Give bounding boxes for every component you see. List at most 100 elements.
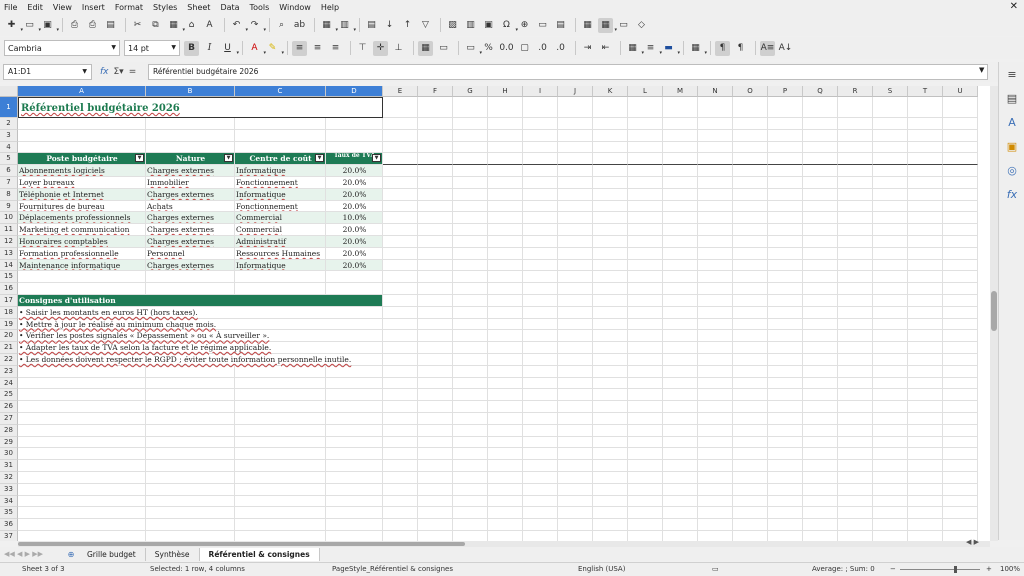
empty-cell[interactable]: [146, 412, 235, 425]
row-header[interactable]: 13: [0, 247, 18, 260]
empty-cell[interactable]: [326, 377, 383, 390]
empty-cell[interactable]: [453, 188, 488, 201]
empty-cell[interactable]: [383, 271, 418, 284]
empty-cell[interactable]: [698, 153, 733, 166]
empty-cell[interactable]: [488, 530, 523, 541]
header-cell-1[interactable]: Nature ▼: [146, 153, 235, 166]
empty-cell[interactable]: [523, 271, 558, 284]
empty-cell[interactable]: [326, 424, 383, 437]
empty-cell[interactable]: [908, 129, 943, 142]
empty-cell[interactable]: [18, 483, 146, 496]
empty-cell[interactable]: [628, 188, 663, 201]
empty-cell[interactable]: [593, 141, 628, 154]
empty-cell[interactable]: [235, 448, 326, 461]
empty-cell[interactable]: [663, 424, 698, 437]
empty-cell[interactable]: [908, 306, 943, 319]
empty-cell[interactable]: [488, 247, 523, 260]
empty-cell[interactable]: [235, 118, 326, 130]
empty-cell[interactable]: [628, 401, 663, 413]
data-cell[interactable]: 10.0%: [326, 212, 383, 225]
empty-cell[interactable]: [768, 212, 803, 225]
row-header[interactable]: 27: [0, 412, 18, 425]
add-decimal-icon[interactable]: .0: [535, 41, 550, 56]
empty-cell[interactable]: [838, 153, 873, 166]
empty-cell[interactable]: [326, 448, 383, 461]
empty-cell[interactable]: [453, 129, 488, 142]
empty-cell[interactable]: [873, 530, 908, 541]
empty-cell[interactable]: [733, 377, 768, 390]
vertical-scrollbar[interactable]: [990, 86, 998, 541]
empty-cell[interactable]: [628, 365, 663, 378]
empty-cell[interactable]: [558, 330, 593, 343]
align-left-icon[interactable]: ≡: [292, 40, 307, 56]
empty-cell[interactable]: [698, 460, 733, 472]
row-header[interactable]: 23: [0, 365, 18, 378]
empty-cell[interactable]: [383, 306, 418, 319]
empty-cell[interactable]: [838, 118, 873, 130]
empty-cell[interactable]: [698, 424, 733, 437]
row-header[interactable]: 2: [0, 118, 18, 130]
empty-cell[interactable]: [146, 424, 235, 437]
empty-cell[interactable]: [326, 118, 383, 130]
empty-cell[interactable]: [523, 377, 558, 390]
row-header[interactable]: 16: [0, 283, 18, 295]
empty-cell[interactable]: [558, 188, 593, 201]
undo-icon[interactable]: ↶ ▾: [229, 18, 248, 33]
empty-cell[interactable]: [733, 165, 768, 177]
empty-cell[interactable]: [18, 365, 146, 378]
empty-cell[interactable]: [873, 283, 908, 295]
data-cell[interactable]: Marketing et communication: [18, 224, 146, 236]
empty-cell[interactable]: [873, 353, 908, 366]
empty-cell[interactable]: [943, 165, 978, 177]
empty-cell[interactable]: [698, 247, 733, 260]
data-cell[interactable]: 20.0%: [326, 247, 383, 260]
empty-cell[interactable]: [558, 389, 593, 402]
empty-cell[interactable]: [803, 448, 838, 461]
empty-cell[interactable]: [146, 471, 235, 484]
empty-cell[interactable]: [698, 530, 733, 541]
border-style-icon[interactable]: ≡ ▾: [643, 41, 662, 56]
empty-cell[interactable]: [803, 483, 838, 496]
empty-cell[interactable]: [838, 271, 873, 284]
empty-cell[interactable]: [838, 401, 873, 413]
empty-cell[interactable]: [908, 176, 943, 189]
empty-cell[interactable]: [768, 318, 803, 331]
empty-cell[interactable]: [558, 283, 593, 295]
row-icon[interactable]: ▦ ▾: [319, 18, 338, 33]
empty-cell[interactable]: [768, 412, 803, 425]
empty-cell[interactable]: [628, 530, 663, 541]
empty-cell[interactable]: [523, 330, 558, 343]
empty-cell[interactable]: [628, 389, 663, 402]
empty-cell[interactable]: [453, 153, 488, 166]
empty-cell[interactable]: [523, 519, 558, 531]
empty-cell[interactable]: [698, 448, 733, 461]
empty-cell[interactable]: [663, 530, 698, 541]
empty-cell[interactable]: [383, 188, 418, 201]
data-cell[interactable]: Fonctionnement: [235, 176, 326, 189]
row-header[interactable]: 35: [0, 507, 18, 520]
align-bottom-icon[interactable]: ⊥: [391, 41, 406, 56]
empty-cell[interactable]: [558, 353, 593, 366]
empty-cell[interactable]: [453, 259, 488, 272]
empty-cell[interactable]: [873, 448, 908, 461]
empty-cell[interactable]: [698, 259, 733, 272]
empty-cell[interactable]: [146, 519, 235, 531]
align-top-icon[interactable]: ⊤: [355, 41, 370, 56]
empty-cell[interactable]: [418, 460, 453, 472]
export-pdf-icon[interactable]: ⎙: [67, 18, 82, 33]
empty-cell[interactable]: [943, 353, 978, 366]
empty-cell[interactable]: [873, 318, 908, 331]
empty-cell[interactable]: [908, 118, 943, 130]
row-header[interactable]: 21: [0, 342, 18, 354]
empty-cell[interactable]: [908, 507, 943, 520]
empty-cell[interactable]: [873, 188, 908, 201]
menu-item-view[interactable]: View: [53, 3, 72, 12]
empty-cell[interactable]: [628, 153, 663, 166]
empty-cell[interactable]: [628, 377, 663, 390]
empty-cell[interactable]: [488, 389, 523, 402]
empty-cell[interactable]: [523, 165, 558, 177]
row-header[interactable]: 32: [0, 471, 18, 484]
empty-cell[interactable]: [733, 507, 768, 520]
empty-cell[interactable]: [873, 97, 908, 118]
empty-cell[interactable]: [733, 495, 768, 508]
